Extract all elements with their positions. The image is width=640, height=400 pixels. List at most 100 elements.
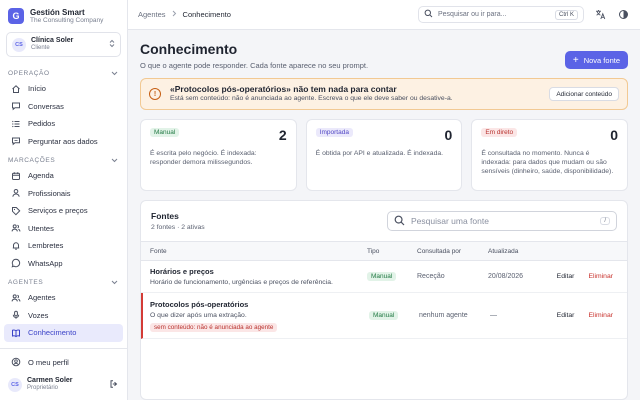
type-badge-manual: Manual xyxy=(367,272,397,281)
book-icon xyxy=(10,327,21,338)
type-badge-em-direto: Em direto xyxy=(481,128,518,137)
breadcrumb: Agentes Conhecimento xyxy=(138,10,231,19)
sidebar-item-meu-perfil[interactable]: O meu perfil xyxy=(4,354,123,372)
sidebar-item-label: Início xyxy=(28,84,46,94)
section-label: Agentes xyxy=(8,278,44,286)
sidebar-footer: O meu perfil CS Carmen Soler Proprietári… xyxy=(0,347,127,400)
chat-icon xyxy=(10,101,21,112)
users-icon xyxy=(10,223,21,234)
source-search-input[interactable]: Pesquisar uma fonte / xyxy=(387,211,617,231)
sources-panel: Fontes 2 fontes · 2 ativas Pesquisar uma… xyxy=(140,200,628,400)
sidebar-item-label: Agentes xyxy=(28,293,56,303)
page-title: Conhecimento xyxy=(140,41,238,57)
section-agentes[interactable]: Agentes xyxy=(0,275,127,289)
logout-icon[interactable] xyxy=(109,379,119,391)
user-name: Carmen Soler xyxy=(27,377,73,385)
source-description: Horário de funcionamento, urgências e pr… xyxy=(150,279,333,286)
column-header-fonte: Fonte xyxy=(150,247,167,255)
card-description: É obtida por API e atualizada. É indexad… xyxy=(315,150,444,157)
sidebar-item-inicio[interactable]: Início xyxy=(4,80,123,98)
shortcut-badge: Ctrl K xyxy=(555,9,578,20)
new-source-label: Nova fonte xyxy=(583,55,620,65)
updated-date: — xyxy=(490,312,497,319)
table-header: Fonte Tipo Consultada por Atualizada xyxy=(141,241,627,261)
org-name: Clínica Soler xyxy=(31,37,74,45)
sidebar-item-label: Conversas xyxy=(28,101,64,111)
user-card: CS Carmen Soler Proprietário xyxy=(0,371,127,400)
brand-logo: G xyxy=(8,8,24,24)
delete-button[interactable]: Eliminar xyxy=(588,312,613,319)
sidebar-item-label: Agenda xyxy=(28,171,54,181)
consulted-by: Receção xyxy=(417,273,445,280)
section-label: Marcações xyxy=(8,156,56,164)
empty-content-badge: sem conteúdo: não é anunciada ao agente xyxy=(150,322,278,332)
type-badge-importada: Importada xyxy=(315,128,353,137)
edit-button[interactable]: Editar xyxy=(557,312,575,319)
topbar: Agentes Conhecimento Pesquisar ou ir par… xyxy=(128,0,640,30)
sidebar-item-label: O meu perfil xyxy=(28,357,69,367)
new-source-button[interactable]: + Nova fonte xyxy=(564,51,628,69)
calendar-icon xyxy=(10,170,21,181)
sidebar-item-profissionais[interactable]: Profissionais xyxy=(4,185,123,203)
search-placeholder: Pesquisar uma fonte xyxy=(411,216,489,226)
bell-icon xyxy=(10,240,21,251)
chevron-updown-icon xyxy=(109,39,115,50)
card-em-direto: Em direto 0 É consultada no momento. Nun… xyxy=(471,119,629,191)
theme-toggle-icon[interactable] xyxy=(616,8,630,22)
edit-button[interactable]: Editar xyxy=(557,273,575,280)
org-switcher[interactable]: CS Clínica Soler Cliente xyxy=(6,32,121,57)
users-icon xyxy=(10,292,21,303)
plus-icon: + xyxy=(572,54,579,66)
chevron-down-icon xyxy=(111,278,118,287)
sidebar-item-servicos-precos[interactable]: Serviços e preços xyxy=(4,202,123,220)
sidebar-item-agentes[interactable]: Agentes xyxy=(4,289,123,307)
card-description: É escrita pelo negócio. É indexada: resp… xyxy=(150,150,257,167)
sidebar-item-vozes[interactable]: Vozes xyxy=(4,307,123,325)
sidebar-item-agenda[interactable]: Agenda xyxy=(4,167,123,185)
sidebar-item-pedidos[interactable]: Pedidos xyxy=(4,115,123,133)
org-role: Cliente xyxy=(31,45,50,52)
add-content-button[interactable]: Adicionar conteúdo xyxy=(549,87,619,101)
section-marcacoes[interactable]: Marcações xyxy=(0,153,127,167)
card-manual: Manual 2 É escrita pelo negócio. É index… xyxy=(140,119,297,191)
brand-name: Gestión Smart xyxy=(30,7,85,17)
source-title: Protocolos pós-operatórios xyxy=(150,299,249,309)
source-type-cards: Manual 2 É escrita pelo negócio. É index… xyxy=(140,119,629,191)
sidebar-item-label: Vozes xyxy=(28,310,49,320)
card-count: 0 xyxy=(610,127,619,143)
type-badge-manual: Manual xyxy=(150,128,180,137)
home-icon xyxy=(10,83,21,94)
sidebar-item-perguntar-dados[interactable]: Perguntar aos dados xyxy=(4,133,123,151)
sidebar-item-label: Pedidos xyxy=(28,119,56,129)
sidebar-item-conversas[interactable]: Conversas xyxy=(4,98,123,116)
table-row[interactable]: Horários e preços Horário de funcionamen… xyxy=(141,261,627,293)
column-header-tipo: Tipo xyxy=(367,247,380,255)
sidebar-item-lembretes[interactable]: Lembretes xyxy=(4,237,123,255)
breadcrumb-item-agentes[interactable]: Agentes xyxy=(138,10,166,19)
search-icon xyxy=(424,9,433,20)
section-operacao[interactable]: Operação xyxy=(0,66,127,80)
card-description: É consultada no momento. Nunca é indexad… xyxy=(481,150,614,176)
consulted-by: nenhum agente xyxy=(419,312,468,319)
alert-icon: ! xyxy=(149,88,161,100)
global-search-input[interactable]: Pesquisar ou ir para... Ctrl K xyxy=(418,6,584,23)
source-title: Horários e preços xyxy=(150,267,214,276)
sidebar-item-whatsapp[interactable]: WhatsApp xyxy=(4,255,123,273)
sources-summary: 2 fontes · 2 ativas xyxy=(151,224,205,231)
sidebar-item-label: Lembretes xyxy=(28,241,64,251)
breadcrumb-item-current: Conhecimento xyxy=(182,10,231,19)
page-subtitle: O que o agente pode responder. Cada font… xyxy=(140,61,369,70)
delete-button[interactable]: Eliminar xyxy=(588,273,613,280)
sidebar-item-utentes[interactable]: Utentes xyxy=(4,220,123,238)
sidebar-item-label: WhatsApp xyxy=(28,258,63,268)
warning-title: «Protocolos pós-operatórios» não tem nad… xyxy=(170,84,397,95)
chat-question-icon xyxy=(10,136,21,147)
chevron-down-icon xyxy=(111,69,118,78)
sidebar-item-label: Perguntar aos dados xyxy=(28,136,98,146)
translate-icon[interactable] xyxy=(593,8,607,22)
section-label: Operação xyxy=(8,69,50,77)
sidebar-item-conhecimento[interactable]: Conhecimento xyxy=(4,324,123,342)
main: Agentes Conhecimento Pesquisar ou ir par… xyxy=(128,0,640,400)
brand[interactable]: G Gestión Smart The Consulting Company xyxy=(0,0,127,30)
table-row[interactable]: Protocolos pós-operatórios O que dizer a… xyxy=(141,293,627,339)
